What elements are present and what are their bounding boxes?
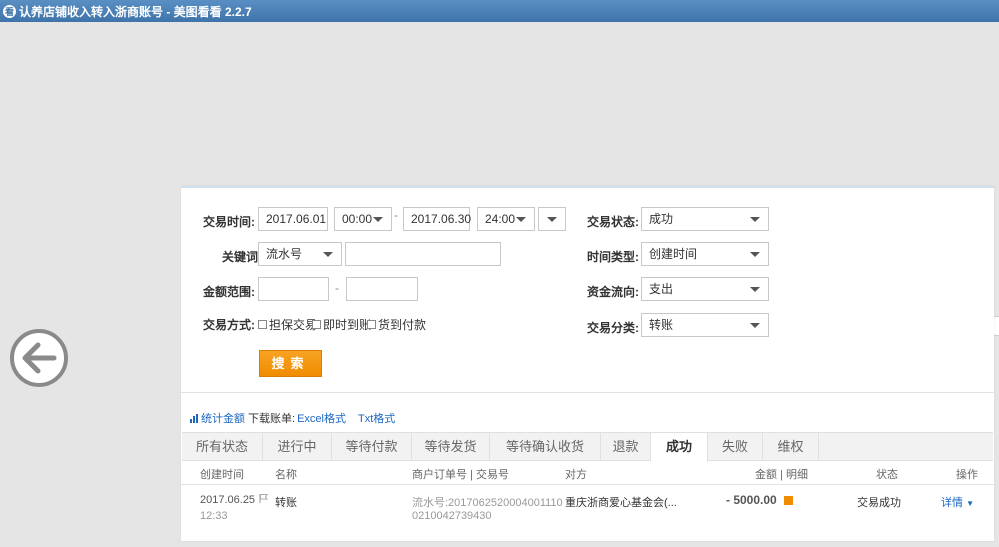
- stats-download-row: 统计金额 下载账单: Excel格式 Txt格式: [190, 410, 395, 426]
- tab-awaiting-payment[interactable]: 等待付款: [332, 433, 412, 461]
- tab-refund[interactable]: 退款: [601, 433, 651, 461]
- keyword-type-value: 流水号: [266, 247, 303, 261]
- tab-success[interactable]: 成功: [651, 433, 708, 462]
- col-action: 操作: [956, 469, 978, 481]
- amount-min-input[interactable]: [258, 277, 329, 301]
- divider: [181, 392, 994, 393]
- row-status: 交易成功: [857, 497, 901, 509]
- chevron-down-icon: [750, 252, 760, 257]
- stat-amount-link[interactable]: 统计金额: [201, 410, 245, 426]
- chevron-down-icon: [323, 252, 333, 257]
- window-title: 认养店铺收入转入浙商账号 - 美图看看 2.2.7: [19, 4, 252, 19]
- checkbox-instant[interactable]: 即时到账: [312, 316, 371, 333]
- col-counterparty: 对方: [565, 469, 587, 481]
- time-type-value: 创建时间: [649, 247, 698, 261]
- tab-awaiting-shipment[interactable]: 等待发货: [412, 433, 490, 461]
- trade-category-select[interactable]: 转账: [641, 313, 769, 337]
- row-name: 转账: [275, 497, 297, 509]
- txt-download-link[interactable]: Txt格式: [358, 410, 395, 426]
- keyword-label: 关键词:: [222, 250, 262, 264]
- chevron-down-icon: [750, 217, 760, 222]
- tab-failed[interactable]: 失败: [708, 433, 763, 461]
- chevron-down-icon: [750, 323, 760, 328]
- flag-icon[interactable]: [259, 493, 269, 507]
- chevron-down-icon: [547, 217, 557, 222]
- trade-category-label: 交易分类:: [587, 321, 639, 335]
- trade-status-select[interactable]: 成功: [641, 207, 769, 231]
- col-created-time: 创建时间: [200, 469, 244, 481]
- trade-status-value: 成功: [649, 212, 674, 226]
- checkbox-label: 即时到账: [323, 318, 372, 332]
- checkbox-escrow[interactable]: 担保交易: [258, 316, 317, 333]
- table-row: 2017.06.25 12:33 转账 流水号:2017062520004001…: [181, 486, 994, 536]
- excel-download-link[interactable]: Excel格式: [297, 410, 346, 426]
- amount-range-separator: -: [335, 281, 339, 295]
- col-order-no: 商户订单号 | 交易号: [412, 469, 509, 481]
- time-type-label: 时间类型:: [587, 250, 639, 264]
- checkbox-box[interactable]: [367, 320, 376, 329]
- row-date: 2017.06.25: [200, 494, 256, 506]
- row-serial-line1: 流水号:2017062520004001110: [412, 497, 563, 509]
- amount-max-input[interactable]: [346, 277, 418, 301]
- fund-flow-select[interactable]: 支出: [641, 277, 769, 301]
- col-status: 状态: [876, 469, 898, 481]
- trade-method-label: 交易方式:: [203, 318, 255, 332]
- trade-status-label: 交易状态:: [587, 215, 639, 229]
- trade-category-value: 转账: [649, 318, 674, 332]
- checkbox-label: 担保交易: [269, 318, 318, 332]
- row-serial-line2: 0210042739430: [412, 510, 492, 522]
- status-tabs: 所有状态 进行中 等待付款 等待发货 等待确认收货 退款 成功 失败 维权: [182, 432, 993, 462]
- keyword-type-select[interactable]: 流水号: [258, 242, 342, 266]
- app-logo-icon: 看: [3, 4, 16, 18]
- search-button[interactable]: 搜索: [259, 350, 322, 377]
- start-date-input[interactable]: 2017.06.01: [258, 207, 328, 231]
- amount-range-label: 金额范围:: [203, 285, 255, 299]
- time-range-preset-select[interactable]: [538, 207, 566, 231]
- tab-in-progress[interactable]: 进行中: [263, 433, 332, 461]
- row-counterparty: 重庆浙商爱心基金会(...: [565, 497, 677, 509]
- table-header: 创建时间 名称 商户订单号 | 交易号 对方 金额 | 明细 状态 操作: [181, 461, 994, 485]
- row-detail-link[interactable]: 详情 ▼: [941, 494, 974, 510]
- checkbox-label: 货到付款: [378, 318, 427, 332]
- end-date-input[interactable]: 2017.06.30: [403, 207, 471, 231]
- row-amount: - 5000.00: [726, 493, 777, 507]
- bar-chart-icon: [190, 413, 199, 423]
- chevron-down-icon: ▼: [966, 499, 974, 508]
- row-time: 12:33: [200, 510, 228, 522]
- back-arrow-icon[interactable]: [9, 328, 69, 388]
- start-time-select[interactable]: 00:00: [334, 207, 392, 231]
- tab-awaiting-receipt[interactable]: 等待确认收货: [490, 433, 601, 461]
- start-time-value: 00:00: [342, 212, 373, 226]
- end-time-value: 24:00: [485, 212, 516, 226]
- chevron-down-icon: [516, 217, 526, 222]
- download-label: 下载账单:: [248, 413, 296, 425]
- chevron-down-icon: [373, 217, 383, 222]
- time-type-select[interactable]: 创建时间: [641, 242, 769, 266]
- checkbox-box[interactable]: [312, 320, 321, 329]
- detail-link-label: 详情: [941, 497, 963, 509]
- tab-rights[interactable]: 维权: [763, 433, 819, 461]
- tab-all[interactable]: 所有状态: [182, 433, 263, 461]
- fund-flow-label: 资金流向:: [587, 285, 639, 299]
- fund-flow-value: 支出: [649, 282, 674, 296]
- trade-time-label: 交易时间:: [203, 215, 255, 229]
- keyword-input[interactable]: [345, 242, 501, 266]
- window-titlebar: 看 认养店铺收入转入浙商账号 - 美图看看 2.2.7: [0, 0, 999, 22]
- col-amount-detail: 金额 | 明细: [755, 469, 808, 481]
- col-name: 名称: [275, 469, 297, 481]
- checkbox-box[interactable]: [258, 320, 267, 329]
- transaction-query-panel: 交易时间: 2017.06.01 00:00 - 2017.06.30 24:0…: [181, 186, 994, 541]
- chevron-down-icon: [750, 287, 760, 292]
- checkbox-cod[interactable]: 货到付款: [367, 316, 426, 333]
- end-time-select[interactable]: 24:00: [477, 207, 535, 231]
- detail-toggle-icon[interactable]: [784, 496, 793, 505]
- date-range-separator: -: [394, 208, 398, 222]
